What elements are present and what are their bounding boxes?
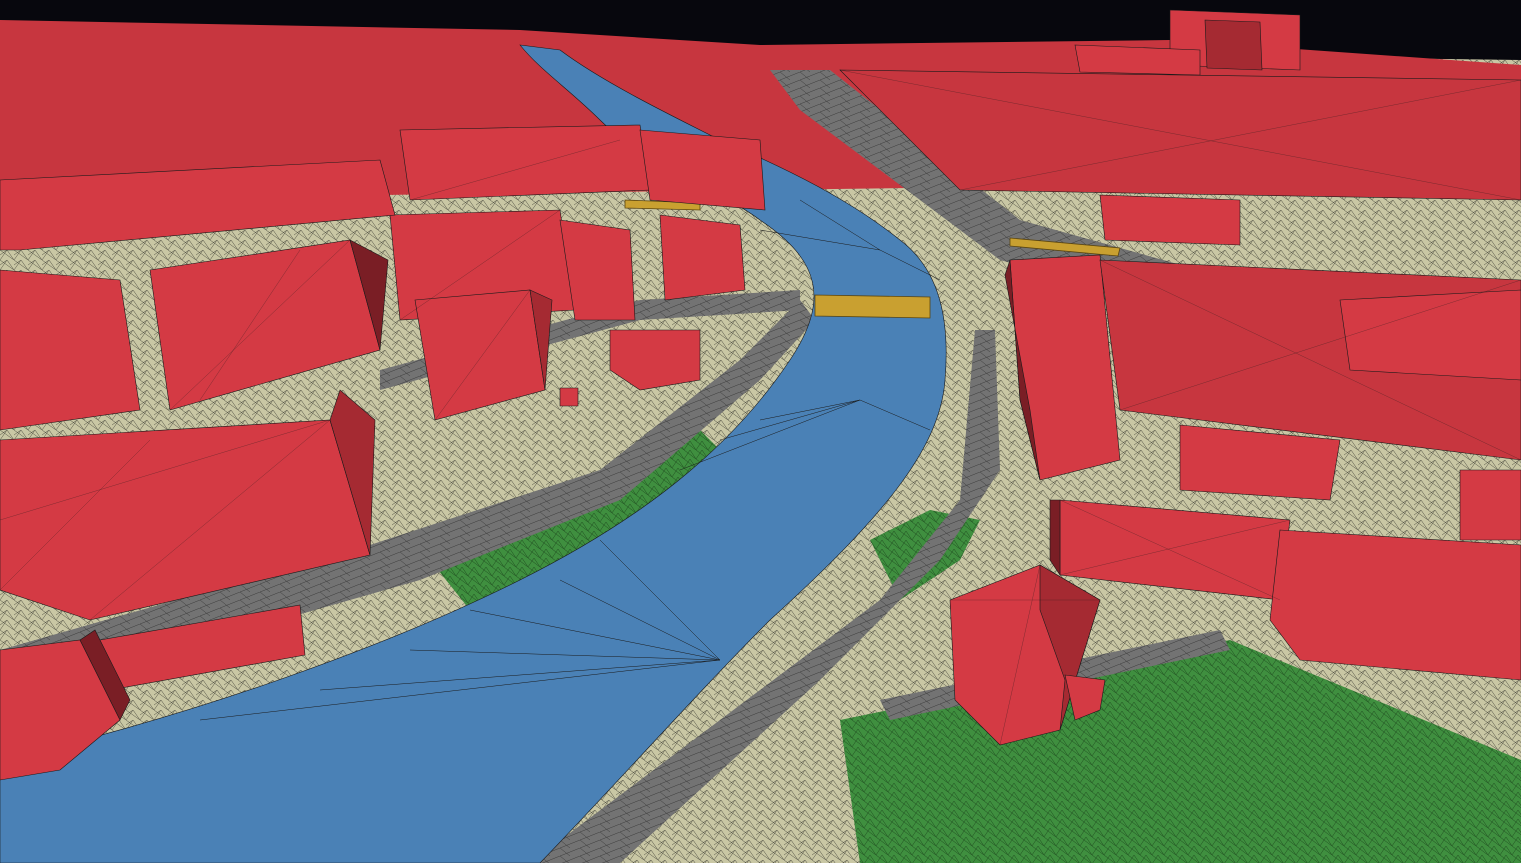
building-central-small-roof [659,214,746,301]
building-band-center-east-roof [639,129,766,211]
building-east-tower-roof [1339,289,1521,381]
building-band-center-roof [399,124,651,201]
building-north-tower-wall [1204,19,1263,71]
building-east-right-roof [1269,529,1521,681]
building-northeast-wide-roof [1074,44,1201,76]
city-mesh-view[interactable] [0,0,1521,863]
bridge-main [814,294,931,319]
building-east-far-right-roof [1459,469,1521,541]
building-west-back-roof [0,269,141,431]
building-tiny [559,387,579,407]
building-northeast-roof [1099,194,1241,246]
